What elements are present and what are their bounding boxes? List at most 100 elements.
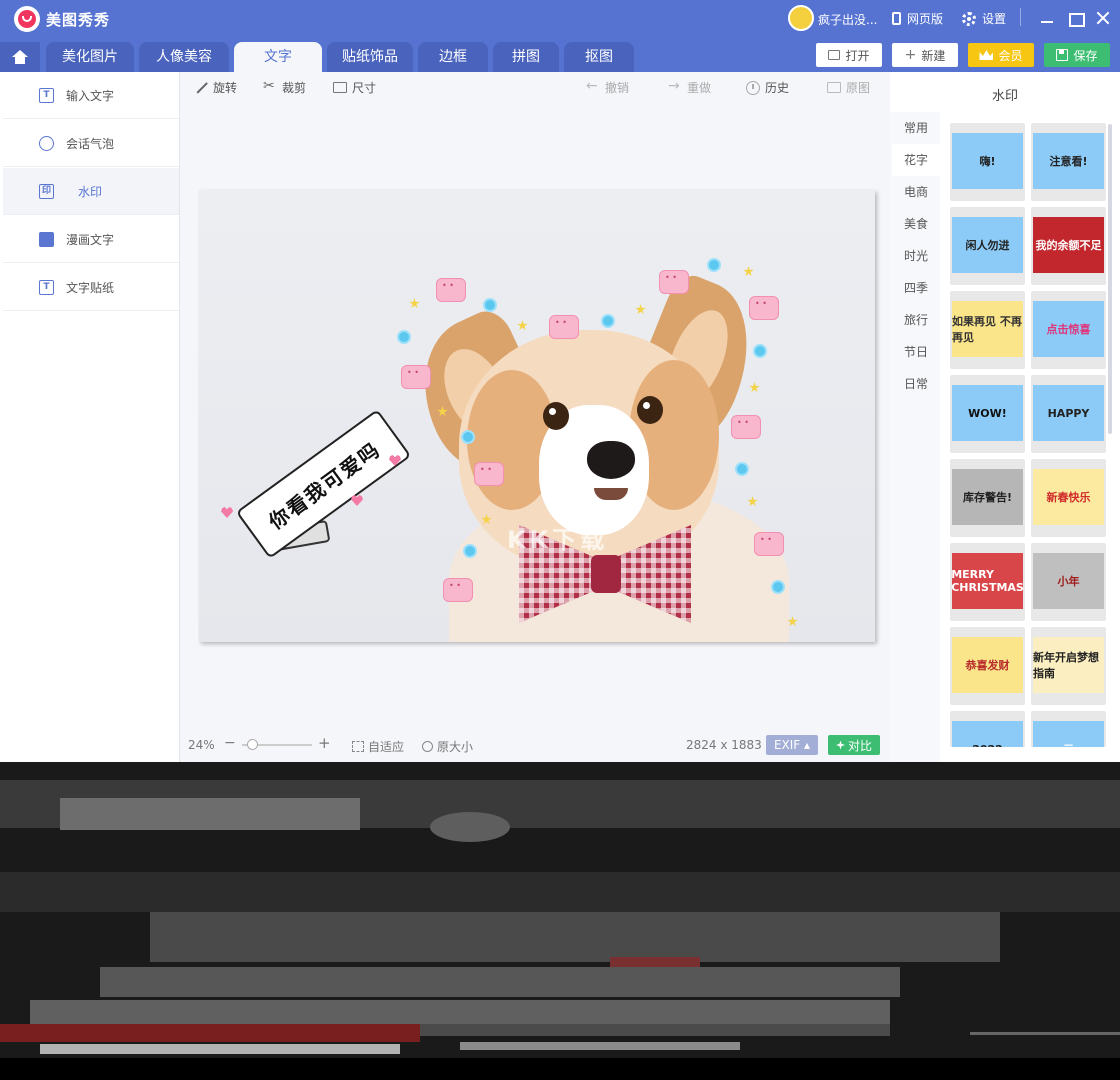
image-icon xyxy=(827,82,841,93)
canvas-area[interactable]: 你看我可爱吗 KK下载 xyxy=(180,102,890,730)
open-button[interactable]: 打开 xyxy=(816,43,882,67)
category-item[interactable]: 四季 xyxy=(892,272,940,304)
pig-sticker xyxy=(549,315,579,339)
speech-bubble-icon xyxy=(39,136,54,151)
tab-border[interactable]: 边框 xyxy=(418,42,488,72)
watermark-template[interactable]: 小年 xyxy=(1031,543,1106,621)
pig-sticker xyxy=(731,415,761,439)
tab-collage[interactable]: 拼图 xyxy=(493,42,559,72)
zoom-in-button[interactable]: + xyxy=(318,734,331,752)
exif-button[interactable]: EXIF ▴ xyxy=(766,735,818,755)
user-name[interactable]: 疯子出没... xyxy=(818,11,877,28)
category-item[interactable]: 旅行 xyxy=(892,304,940,336)
watermark-template[interactable]: 恭喜发财 xyxy=(950,627,1025,705)
left-menu: T 输入文字 会话气泡 印 水印 漫画文字 T 文字贴纸 xyxy=(0,72,180,762)
undo-label: 撤销 xyxy=(605,79,629,96)
menu-item-input-text[interactable]: T 输入文字 xyxy=(3,72,179,119)
text-banner-sticker[interactable]: 你看我可爱吗 xyxy=(221,415,421,565)
undo-button[interactable]: 撤销 xyxy=(586,79,629,96)
settings-button[interactable]: 设置 xyxy=(962,10,1006,27)
save-button[interactable]: 保存 xyxy=(1044,43,1110,67)
watermark-template[interactable]: 2022 xyxy=(950,711,1025,747)
watermark-template[interactable]: MERRY CHRISTMAS xyxy=(950,543,1025,621)
category-item[interactable]: 花字 xyxy=(892,144,940,176)
menu-item-watermark[interactable]: 印 水印 xyxy=(3,168,179,215)
watermark-template[interactable]: HAPPY xyxy=(1031,375,1106,453)
category-item[interactable]: 美食 xyxy=(892,208,940,240)
status-bar: 24% − + 自适应 原大小 2824 x 1883 EXIF ▴ 对比 xyxy=(180,730,890,760)
watermark-template[interactable]: 如果再见 不再再见 xyxy=(950,291,1025,369)
app-window: 美图秀秀 疯子出没... 网页版 设置 美化图片 人像美容 文字 贴纸饰品 边框… xyxy=(0,0,1120,762)
watermark-template[interactable]: 我的余额不足 xyxy=(1031,207,1106,285)
menu-item-manga-text[interactable]: 漫画文字 xyxy=(3,216,179,263)
tab-text[interactable]: 文字 xyxy=(234,42,322,72)
pig-sticker xyxy=(754,532,784,556)
template-preview: 如果再见 不再再见 xyxy=(952,301,1023,357)
crop-button[interactable]: 裁剪 xyxy=(263,79,306,96)
compare-button[interactable]: 对比 xyxy=(828,735,880,755)
clock-icon xyxy=(746,81,760,95)
watermark-template[interactable]: 库存警告! xyxy=(950,459,1025,537)
category-item[interactable]: 节日 xyxy=(892,336,940,368)
watermark-template[interactable]: 闲人勿进 xyxy=(950,207,1025,285)
fit-screen-icon xyxy=(352,741,364,752)
banner-text: 你看我可爱吗 xyxy=(262,433,386,534)
save-icon xyxy=(1056,49,1068,61)
menu-item-speech-bubble[interactable]: 会话气泡 xyxy=(3,120,179,167)
fit-button[interactable]: 自适应 xyxy=(352,738,404,755)
maximize-icon[interactable] xyxy=(1065,8,1085,28)
category-item[interactable]: 电商 xyxy=(892,176,940,208)
watermark-template[interactable]: WOW! xyxy=(950,375,1025,453)
new-button[interactable]: + 新建 xyxy=(892,43,958,67)
tab-home[interactable] xyxy=(0,42,40,72)
tab-portrait[interactable]: 人像美容 xyxy=(139,42,229,72)
menu-item-label: 文字贴纸 xyxy=(66,279,114,296)
watermark-template[interactable]: 元 xyxy=(1031,711,1106,747)
close-icon[interactable] xyxy=(1093,8,1113,28)
flower-sticker xyxy=(771,580,785,594)
sparkle-icon xyxy=(836,741,845,750)
web-version-link[interactable]: 网页版 xyxy=(892,10,943,27)
watermark-template[interactable]: 注意看! xyxy=(1031,123,1106,201)
size-label: 尺寸 xyxy=(352,79,376,96)
menu-item-text-sticker[interactable]: T 文字贴纸 xyxy=(3,264,179,311)
category-item[interactable]: 时光 xyxy=(892,240,940,272)
actual-size-button[interactable]: 原大小 xyxy=(422,738,473,755)
user-avatar[interactable] xyxy=(788,5,814,31)
tab-stickers[interactable]: 贴纸饰品 xyxy=(327,42,413,72)
flower-sticker xyxy=(483,298,497,312)
redo-button[interactable]: 重做 xyxy=(668,79,711,96)
flower-sticker xyxy=(707,258,721,272)
tab-beautify[interactable]: 美化图片 xyxy=(46,42,134,72)
minimize-icon[interactable] xyxy=(1037,8,1057,28)
watermark-template[interactable]: 点击惊喜 xyxy=(1031,291,1106,369)
vip-button[interactable]: 会员 xyxy=(968,43,1034,67)
fit-label: 自适应 xyxy=(368,738,404,755)
star-sticker xyxy=(635,304,646,315)
photo-canvas[interactable]: 你看我可爱吗 KK下载 xyxy=(199,190,875,642)
flower-sticker xyxy=(461,430,475,444)
category-item[interactable]: 日常 xyxy=(892,368,940,400)
exif-label: EXIF xyxy=(774,738,800,752)
rotate-button[interactable]: 旋转 xyxy=(194,79,237,96)
scissors-icon xyxy=(263,81,277,95)
zoom-out-button[interactable]: − xyxy=(224,735,236,751)
tab-bar: 美化图片 人像美容 文字 贴纸饰品 边框 拼图 抠图 打开 + 新建 会员 保存 xyxy=(0,38,1120,72)
template-preview: 小年 xyxy=(1033,553,1104,609)
watermark-template[interactable]: 新年开启梦想指南 xyxy=(1031,627,1106,705)
original-button[interactable]: 原图 xyxy=(827,79,870,96)
corrupted-region xyxy=(0,762,1120,1080)
category-item[interactable]: 常用 xyxy=(892,112,940,144)
image-dimensions: 2824 x 1883 xyxy=(686,738,762,752)
zoom-slider-thumb[interactable] xyxy=(247,739,258,750)
history-button[interactable]: 历史 xyxy=(746,79,789,96)
watermark-template[interactable]: 嗨! xyxy=(950,123,1025,201)
template-preview: 2022 xyxy=(952,721,1023,747)
template-preview: 新年开启梦想指南 xyxy=(1033,637,1104,693)
watermark-template[interactable]: 新春快乐 xyxy=(1031,459,1106,537)
watermark-panel: 水印 常用花字电商美食时光四季旅行节日日常 嗨!注意看!闲人勿进我的余额不足如果… xyxy=(890,72,1120,762)
tab-cutout[interactable]: 抠图 xyxy=(564,42,634,72)
scrollbar[interactable] xyxy=(1108,124,1112,434)
new-label: 新建 xyxy=(921,47,945,64)
size-button[interactable]: 尺寸 xyxy=(333,79,376,96)
